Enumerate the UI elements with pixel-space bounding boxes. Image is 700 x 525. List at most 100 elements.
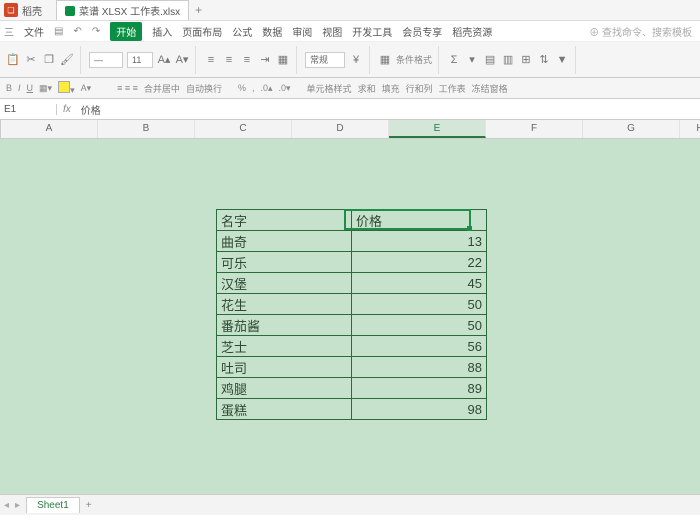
increase-font-icon[interactable]: A▴: [157, 53, 171, 67]
sheet-nav-prev-icon[interactable]: ◂: [4, 500, 9, 511]
undo-icon[interactable]: ↶: [73, 26, 81, 37]
cond-format-label[interactable]: 条件格式: [396, 53, 432, 66]
cut-icon[interactable]: ✂: [24, 53, 38, 67]
border-icon[interactable]: ▦▾: [39, 83, 52, 94]
row-col-icon[interactable]: ▤: [483, 53, 497, 67]
fx-icon[interactable]: fx: [57, 104, 77, 115]
format-painter-icon[interactable]: 🖌: [60, 53, 74, 67]
cell[interactable]: 22: [352, 252, 487, 273]
new-tab-button[interactable]: +: [195, 3, 202, 17]
cell[interactable]: 56: [352, 336, 487, 357]
col-F[interactable]: F: [486, 120, 583, 138]
cell[interactable]: 可乐: [217, 252, 352, 273]
freeze-icon[interactable]: ⊞: [519, 53, 533, 67]
menu-item-member[interactable]: 会员专享: [402, 24, 442, 39]
cell[interactable]: 蛋糕: [217, 399, 352, 420]
font-family-select[interactable]: —: [89, 52, 123, 68]
menu-item-resources[interactable]: 稻壳资源: [452, 24, 492, 39]
decrease-font-icon[interactable]: A▾: [175, 53, 189, 67]
sheet-tab[interactable]: Sheet1: [26, 497, 80, 513]
align-h-icon[interactable]: ≡ ≡ ≡: [117, 83, 138, 93]
cell[interactable]: 89: [352, 378, 487, 399]
align-top-icon[interactable]: ≡: [204, 53, 218, 67]
bold-icon[interactable]: B: [6, 83, 12, 93]
cell-header-name[interactable]: 名字: [217, 210, 352, 231]
menu-item-hamburger[interactable]: 三: [4, 24, 14, 39]
sum-icon[interactable]: Σ: [447, 53, 461, 67]
fill-color-icon[interactable]: ▾: [58, 81, 75, 96]
font-size-select[interactable]: 11: [127, 52, 153, 68]
percent-icon[interactable]: %: [238, 83, 246, 93]
col-B[interactable]: B: [98, 120, 195, 138]
table-row: 曲奇13: [217, 231, 487, 252]
col-A[interactable]: A: [1, 120, 98, 138]
sheet-nav-next-icon[interactable]: ▸: [15, 500, 20, 511]
sum-label[interactable]: 求和: [358, 82, 376, 95]
underline-icon[interactable]: U: [27, 83, 34, 93]
redo-icon[interactable]: ↷: [92, 26, 100, 37]
cell[interactable]: 曲奇: [217, 231, 352, 252]
comma-icon[interactable]: ,: [252, 83, 255, 93]
cell[interactable]: 番茄酱: [217, 315, 352, 336]
cells-group: Σ ▾ ▤ ▥ ⊞ ⇅ ▼: [447, 46, 576, 74]
col-C[interactable]: C: [195, 120, 292, 138]
indent-icon[interactable]: ⇥: [258, 53, 272, 67]
menu-item-view[interactable]: 视图: [322, 24, 342, 39]
menu-item-devtools[interactable]: 开发工具: [352, 24, 392, 39]
menu-item-home[interactable]: 开始: [110, 22, 142, 41]
name-box[interactable]: E1: [0, 104, 57, 115]
col-D[interactable]: D: [292, 120, 389, 138]
menu-item-review[interactable]: 审阅: [292, 24, 312, 39]
cell[interactable]: 88: [352, 357, 487, 378]
cond-format-icon[interactable]: ▦: [378, 53, 392, 67]
copy-icon[interactable]: ❐: [42, 53, 56, 67]
menu-item-data[interactable]: 数据: [262, 24, 282, 39]
formula-input[interactable]: 价格: [77, 102, 700, 117]
cellfmt-label[interactable]: 单元格样式: [307, 82, 352, 95]
cell[interactable]: 芝士: [217, 336, 352, 357]
filter-icon[interactable]: ▼: [555, 53, 569, 67]
rowcol-label[interactable]: 行和列: [406, 82, 433, 95]
font-color-icon[interactable]: A▾: [81, 83, 92, 94]
fill-label[interactable]: 填充: [382, 82, 400, 95]
cell[interactable]: 50: [352, 315, 487, 336]
number-format-select[interactable]: 常规: [305, 52, 345, 68]
italic-icon[interactable]: I: [18, 83, 21, 93]
ws-label[interactable]: 工作表: [439, 82, 466, 95]
merge-icon[interactable]: ▦: [276, 53, 290, 67]
cell[interactable]: 鸡腿: [217, 378, 352, 399]
col-E[interactable]: E: [389, 120, 486, 138]
freeze-label[interactable]: 冻结窗格: [472, 82, 508, 95]
cell[interactable]: 13: [352, 231, 487, 252]
worksheet-icon[interactable]: ▥: [501, 53, 515, 67]
col-G[interactable]: G: [583, 120, 680, 138]
cell[interactable]: 汉堡: [217, 273, 352, 294]
fill-icon[interactable]: ▾: [465, 53, 479, 67]
cell[interactable]: 98: [352, 399, 487, 420]
table-row: 芝士56: [217, 336, 487, 357]
search-box[interactable]: ⊕ 查找命令、搜索模板: [589, 24, 692, 39]
currency-icon[interactable]: ¥: [349, 53, 363, 67]
menu-item-pagelayout[interactable]: 页面布局: [182, 24, 222, 39]
wrap-label[interactable]: 自动换行: [186, 82, 222, 95]
merge-label[interactable]: 合并居中: [144, 82, 180, 95]
cell[interactable]: 50: [352, 294, 487, 315]
cell[interactable]: 花生: [217, 294, 352, 315]
sort-icon[interactable]: ⇅: [537, 53, 551, 67]
align-mid-icon[interactable]: ≡: [222, 53, 236, 67]
cell-header-price[interactable]: 价格: [352, 210, 487, 231]
menu-item-insert[interactable]: 插入: [152, 24, 172, 39]
cell[interactable]: 45: [352, 273, 487, 294]
save-icon[interactable]: ▤: [54, 26, 63, 37]
col-H[interactable]: H: [680, 120, 700, 138]
align-left-icon[interactable]: ≡: [240, 53, 254, 67]
document-tab[interactable]: 菜谱 XLSX 工作表.xlsx: [56, 0, 189, 20]
add-sheet-button[interactable]: +: [86, 500, 92, 511]
dec-inc-icon[interactable]: .0▴: [260, 83, 272, 94]
menu-item-file[interactable]: 文件: [24, 24, 44, 39]
grid-body[interactable]: 名字 价格 曲奇13 可乐22 汉堡45 花生50 番茄酱50 芝士56 吐司8…: [0, 139, 700, 515]
menu-item-formula[interactable]: 公式: [232, 24, 252, 39]
cell[interactable]: 吐司: [217, 357, 352, 378]
dec-dec-icon[interactable]: .0▾: [279, 83, 291, 94]
paste-icon[interactable]: 📋: [6, 53, 20, 67]
